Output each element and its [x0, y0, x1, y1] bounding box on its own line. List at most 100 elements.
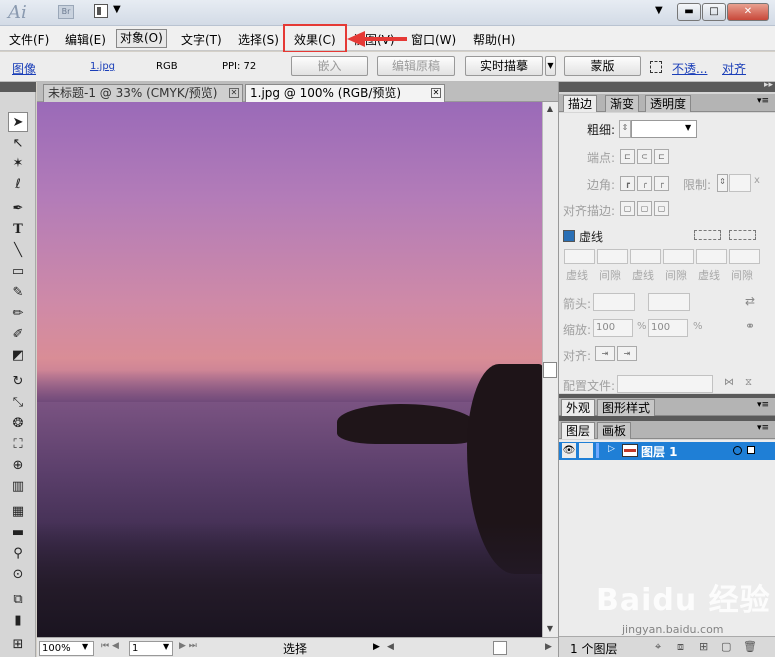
layer-name[interactable]: 图层 1 — [641, 443, 678, 460]
panel-menu-icon[interactable]: ▾≡ — [757, 423, 769, 433]
mask-button[interactable]: 蒙版 — [564, 56, 641, 76]
round-cap-icon[interactable]: ⊂ — [637, 149, 652, 164]
flip-vertical-icon[interactable]: ⧖ — [745, 377, 752, 388]
close-button[interactable]: ✕ — [727, 3, 769, 21]
column-graph-tool-icon[interactable]: ▮ — [8, 611, 28, 631]
linked-file-link[interactable]: 1.jpg — [90, 61, 115, 72]
eyedropper-tool-icon[interactable]: ⚲ — [8, 544, 28, 564]
tab-transparency[interactable]: 透明度 — [645, 95, 692, 112]
menu-type[interactable]: 文字(T) — [181, 31, 222, 48]
first-artboard-icon[interactable]: ⏮ ◀ — [101, 641, 119, 651]
horizontal-scroll-thumb[interactable] — [493, 641, 507, 655]
align-center-icon[interactable]: ▢ — [620, 201, 635, 216]
end-arrowhead-select[interactable] — [648, 293, 690, 311]
new-sublayer-icon[interactable]: ⊞ — [699, 640, 708, 653]
eye-icon[interactable]: 👁 — [562, 443, 576, 458]
panel-menu-icon[interactable]: ▾≡ — [757, 96, 769, 106]
miter-join-icon[interactable]: ┏ — [620, 176, 635, 191]
menu-select[interactable]: 选择(S) — [238, 31, 279, 48]
dash-preserve-icon[interactable] — [694, 230, 721, 240]
tab-untitled-1[interactable]: 未标题-1 @ 33% (CMYK/预览) ✕ — [43, 84, 243, 102]
panel-menu-icon[interactable]: ▾≡ — [757, 400, 769, 410]
opacity-link[interactable]: 不透... — [672, 60, 707, 77]
dash-input-1[interactable] — [564, 249, 595, 264]
workspace-dropdown-icon[interactable]: ▼ — [655, 5, 663, 16]
chevron-down-icon[interactable]: ▼ — [163, 642, 169, 651]
selection-indicator-icon[interactable] — [747, 446, 755, 454]
graph-tool-icon[interactable]: ▥ — [8, 477, 28, 497]
locate-object-icon[interactable]: ⌖ — [655, 640, 661, 654]
clipping-mask-icon[interactable]: ⧈ — [677, 640, 684, 654]
warp-tool-icon[interactable]: ❂ — [8, 414, 28, 434]
paintbrush-tool-icon[interactable]: ✎ — [8, 283, 28, 303]
arrow-align-place-icon[interactable]: ⇥ — [617, 346, 637, 361]
tab-graphic-styles[interactable]: 图形样式 — [597, 399, 656, 416]
swap-arrows-icon[interactable]: ⇄ — [745, 294, 755, 308]
edit-original-button[interactable]: 编辑原稿 — [377, 56, 455, 76]
tab-layers[interactable]: 图层 — [561, 422, 596, 439]
menu-file[interactable]: 文件(F) — [9, 31, 49, 48]
direct-selection-tool-icon[interactable]: ↖ — [8, 134, 28, 154]
round-join-icon[interactable]: ╭ — [637, 176, 652, 191]
chevron-down-icon[interactable]: ▼ — [82, 642, 88, 651]
scroll-left-icon[interactable]: ◀ — [387, 642, 394, 652]
chevron-down-icon[interactable]: ▼ — [685, 123, 691, 132]
minimize-button[interactable]: ▬ — [677, 3, 701, 21]
dash-align-icon[interactable] — [729, 230, 756, 240]
dash-input-2[interactable] — [630, 249, 661, 264]
expand-icon[interactable]: ▷ — [608, 444, 615, 454]
start-scale-input[interactable]: 100 — [593, 319, 633, 337]
tab-gradient[interactable]: 渐变 — [605, 95, 640, 112]
collapse-icon[interactable]: ▸▸ — [764, 80, 773, 90]
vertical-scroll-thumb[interactable] — [543, 362, 557, 378]
live-trace-options-icon[interactable]: ▼ — [545, 56, 556, 76]
menu-window[interactable]: 窗口(W) — [411, 31, 456, 48]
scale-tool-icon[interactable]: ⤡ — [8, 393, 28, 413]
gap-input-3[interactable] — [729, 249, 760, 264]
scroll-up-icon[interactable]: ▲ — [543, 104, 557, 113]
tab-appearance[interactable]: 外观 — [561, 399, 596, 416]
projecting-cap-icon[interactable]: ⊏ — [654, 149, 669, 164]
type-tool-icon[interactable]: T — [8, 220, 28, 240]
gap-input-2[interactable] — [663, 249, 694, 264]
selection-tool-icon[interactable]: ➤ — [8, 112, 28, 132]
profile-select[interactable] — [617, 375, 713, 393]
close-icon[interactable]: ✕ — [431, 88, 441, 98]
trash-icon[interactable]: 🗑 — [743, 640, 757, 653]
workspace-layout-icon[interactable] — [94, 4, 108, 18]
embed-button[interactable]: 嵌入 — [291, 56, 368, 76]
image-type-link[interactable]: 图像 — [12, 60, 36, 77]
maximize-button[interactable]: □ — [702, 3, 726, 21]
tools-panel-header[interactable] — [0, 82, 36, 92]
blob-brush-tool-icon[interactable]: ✐ — [8, 325, 28, 345]
tab-stroke[interactable]: 描边 — [563, 95, 598, 112]
artboard-tool-icon[interactable]: ⊞ — [8, 635, 28, 655]
dash-input-3[interactable] — [696, 249, 727, 264]
gradient-tool-icon[interactable]: ▬ — [8, 523, 28, 543]
free-transform-tool-icon[interactable]: ⛶ — [8, 435, 28, 455]
dashed-line-checkbox[interactable] — [563, 230, 575, 242]
magic-wand-tool-icon[interactable]: ✶ — [8, 154, 28, 174]
menu-edit[interactable]: 编辑(E) — [65, 31, 106, 48]
last-artboard-icon[interactable]: ▶ ⏭ — [179, 641, 197, 651]
bridge-button[interactable]: Br — [58, 5, 74, 19]
limit-stepper[interactable]: ⇕ — [717, 174, 728, 192]
document-canvas[interactable] — [37, 102, 542, 637]
weight-stepper[interactable]: ⇕ — [619, 120, 631, 138]
menu-object[interactable]: 对象(O) — [116, 29, 167, 48]
scroll-down-icon[interactable]: ▼ — [543, 624, 557, 633]
current-tool-status[interactable]: 选择 — [283, 640, 307, 657]
line-tool-icon[interactable]: ╲ — [8, 241, 28, 261]
rotate-tool-icon[interactable]: ↻ — [8, 372, 28, 392]
rectangle-tool-icon[interactable]: ▭ — [8, 262, 28, 282]
tab-artboards[interactable]: 画板 — [597, 422, 632, 439]
tab-1-jpg[interactable]: 1.jpg @ 100% (RGB/预览) ✕ — [245, 84, 445, 102]
menu-help[interactable]: 帮助(H) — [473, 31, 515, 48]
butt-cap-icon[interactable]: ⊏ — [620, 149, 635, 164]
align-link[interactable]: 对齐 — [722, 60, 746, 77]
end-scale-input[interactable]: 100 — [648, 319, 688, 337]
arrow-align-extend-icon[interactable]: ⇥ — [595, 346, 615, 361]
close-icon[interactable]: ✕ — [229, 88, 239, 98]
align-outside-icon[interactable]: ▢ — [654, 201, 669, 216]
panel-dock-header[interactable] — [559, 82, 775, 92]
